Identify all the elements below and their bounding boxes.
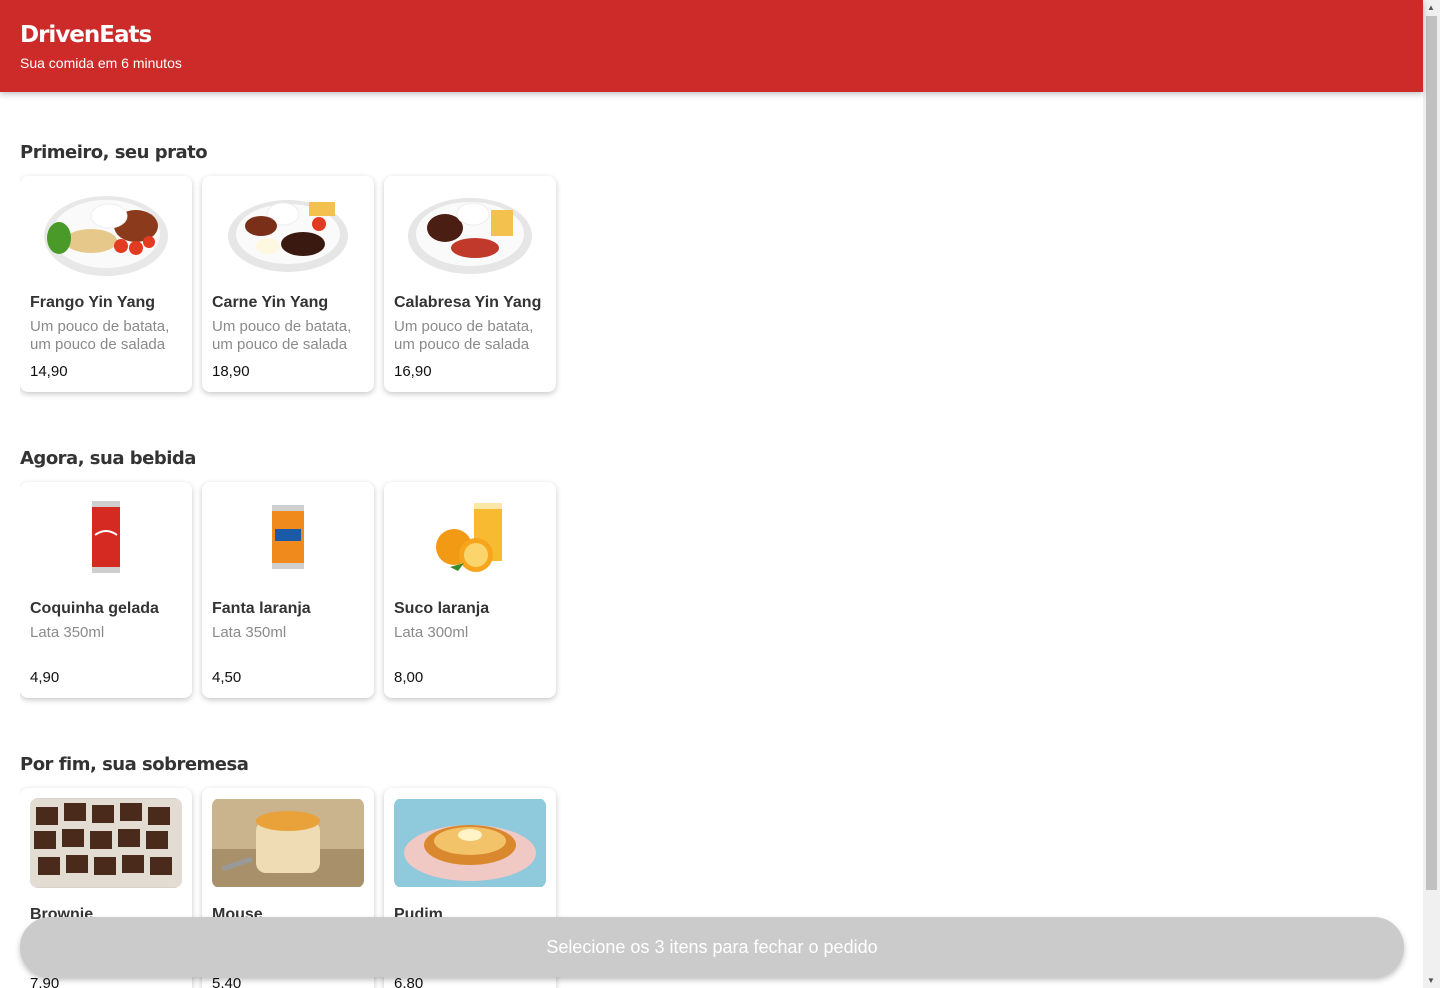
- item-description: Lata 350ml: [30, 624, 105, 641]
- item-description: Lata 350ml: [212, 624, 287, 641]
- menu-card-fanta[interactable]: Fanta laranja Lata 350ml 4,50: [202, 482, 374, 698]
- item-description: Um pouco de batata, um pouco de salada: [30, 318, 170, 353]
- item-price: 4,90: [30, 669, 60, 686]
- menu-card-coquinha[interactable]: Coquinha gelada Lata 350ml 4,90: [20, 482, 192, 698]
- tagline: Sua comida em 6 minutos: [20, 55, 182, 71]
- close-order-button[interactable]: Selecione os 3 itens para fechar o pedid…: [20, 917, 1404, 977]
- menu-card-frango[interactable]: Frango Yin Yang Um pouco de batata, um p…: [20, 176, 192, 392]
- mousse-image: [212, 798, 364, 888]
- item-name: Carne Yin Yang: [212, 294, 329, 311]
- item-description: Um pouco de batata, um pouco de salada: [394, 318, 534, 353]
- orange-soda-can-image: [212, 492, 364, 582]
- item-name: Fanta laranja: [212, 600, 311, 617]
- menu-card-carne[interactable]: Carne Yin Yang Um pouco de batata, um po…: [202, 176, 374, 392]
- scroll-down-arrow-icon[interactable]: ▼: [1427, 976, 1435, 985]
- scroll-thumb[interactable]: [1426, 16, 1437, 890]
- item-price: 16,90: [394, 363, 432, 380]
- item-name: Calabresa Yin Yang: [394, 294, 542, 311]
- orange-juice-image: [394, 492, 546, 582]
- item-name: Suco laranja: [394, 600, 490, 617]
- menu-content: Primeiro, seu prato Frango Yin Yang Um p…: [20, 92, 1410, 988]
- item-price: 18,90: [212, 363, 250, 380]
- card-row: Coquinha gelada Lata 350ml 4,90 Fanta la…: [20, 482, 556, 698]
- item-price: 4,50: [212, 669, 242, 686]
- menu-card-calabresa[interactable]: Calabresa Yin Yang Um pouco de batata, u…: [384, 176, 556, 392]
- item-price: 14,90: [30, 363, 68, 380]
- beef-plate-image: [212, 186, 364, 276]
- menu-card-suco[interactable]: Suco laranja Lata 300ml 8,00: [384, 482, 556, 698]
- section-drinks: Agora, sua bebida Coquinha gelada Lata 3…: [20, 448, 556, 698]
- brand-logo: DrivenEats: [20, 22, 152, 48]
- sausage-plate-image: [394, 186, 546, 276]
- item-name: Frango Yin Yang: [30, 294, 156, 311]
- card-row: Frango Yin Yang Um pouco de batata, um p…: [20, 176, 556, 392]
- item-description: Lata 300ml: [394, 624, 469, 641]
- chicken-plate-image: [30, 186, 182, 276]
- cola-can-image: [30, 492, 182, 582]
- section-dishes: Primeiro, seu prato Frango Yin Yang Um p…: [20, 142, 556, 392]
- brownie-image: [30, 798, 182, 888]
- scroll-up-arrow-icon[interactable]: ▲: [1427, 3, 1435, 12]
- app-header: DrivenEats Sua comida em 6 minutos: [0, 0, 1423, 92]
- section-title: Por fim, sua sobremesa: [20, 754, 249, 775]
- vertical-scrollbar[interactable]: ▲ ▼: [1423, 0, 1440, 988]
- item-name: Coquinha gelada: [30, 600, 159, 617]
- item-description: Um pouco de batata, um pouco de salada: [212, 318, 352, 353]
- section-title: Agora, sua bebida: [20, 448, 196, 469]
- item-price: 8,00: [394, 669, 424, 686]
- pudding-image: [394, 798, 546, 888]
- section-title: Primeiro, seu prato: [20, 142, 208, 163]
